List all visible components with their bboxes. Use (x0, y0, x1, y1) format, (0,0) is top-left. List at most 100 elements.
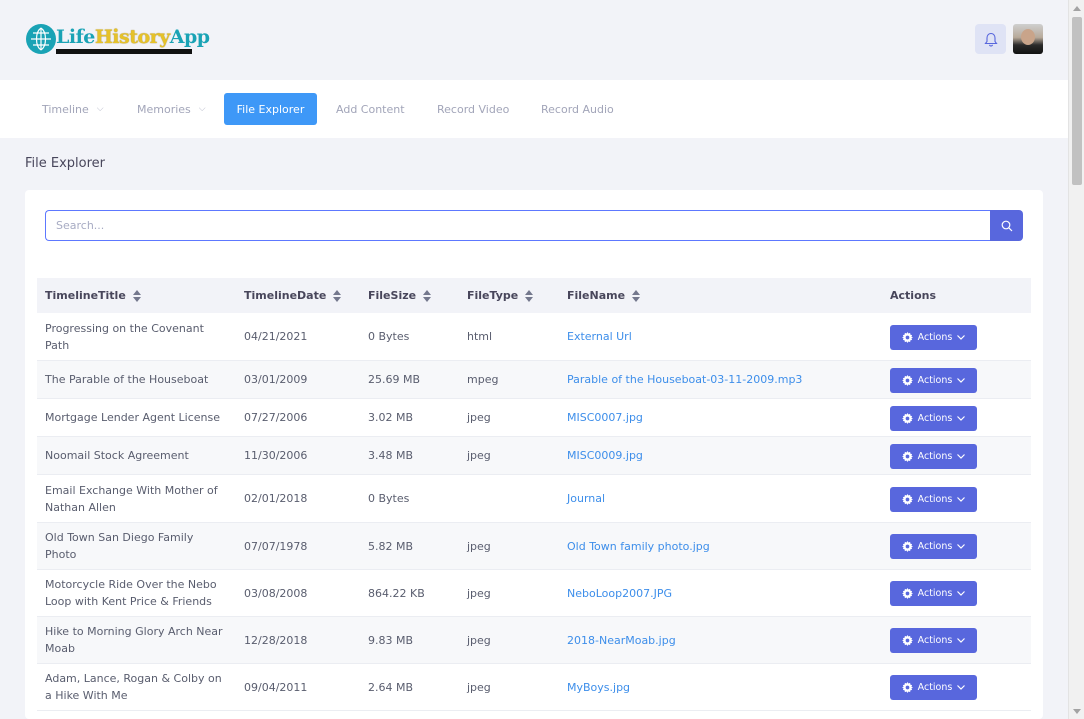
actions-label: Actions (917, 682, 953, 693)
notifications-button[interactable] (975, 24, 1006, 54)
page-scrollbar[interactable] (1068, 0, 1084, 719)
actions-label: Actions (917, 413, 953, 424)
cell-file-type: jpeg (467, 680, 491, 694)
file-link[interactable]: Old Town family photo.jpg (567, 523, 867, 569)
gear-icon (901, 541, 913, 552)
cell-timeline-title: Email Exchange With Mother of Nathan All… (45, 483, 218, 514)
chevron-down-icon: ⌵ (96, 104, 104, 114)
cell-timeline-title: Motorcycle Ride Over the Nebo Loop with … (45, 578, 217, 608)
cell-file-type: html (467, 330, 493, 343)
cell-timeline-date: 09/04/2011 (244, 680, 308, 694)
file-link[interactable]: Journal (567, 475, 867, 522)
chevron-down-icon: ⌵ (198, 104, 206, 114)
gear-icon (901, 635, 913, 646)
actions-dropdown-button[interactable]: Actions (890, 444, 977, 469)
cell-file-type: jpeg (467, 449, 491, 462)
actions-label: Actions (917, 635, 953, 646)
cell-timeline-title: The Parable of the Houseboat (45, 373, 209, 386)
actions-dropdown-button[interactable]: Actions (890, 628, 977, 653)
file-link[interactable]: MISC0007.jpg (567, 399, 867, 436)
nav-file-explorer[interactable]: File Explorer (224, 93, 317, 125)
table-row: Noomail Stock Agreement 11/30/2006 3.48 MB… (37, 437, 1031, 475)
cell-file-type: jpeg (467, 633, 491, 647)
nav-add-content[interactable]: Add Content (321, 93, 420, 125)
gear-icon (901, 588, 913, 599)
nav-memories[interactable]: Memories ⌵ (122, 93, 221, 125)
actions-label: Actions (917, 588, 953, 599)
search-input[interactable] (45, 210, 991, 241)
actions-dropdown-button[interactable]: Actions (890, 368, 977, 393)
sort-icon (132, 289, 141, 302)
sort-icon (423, 289, 432, 302)
chevron-down-icon (957, 378, 966, 383)
cell-timeline-title: Mortgage Lender Agent License (45, 411, 220, 424)
header-timeline-title[interactable]: TimelineTitle (45, 278, 141, 313)
file-link[interactable]: External Url (567, 313, 867, 360)
cell-file-type: mpeg (467, 373, 499, 386)
sort-icon (333, 289, 342, 302)
bell-icon (983, 32, 998, 47)
actions-dropdown-button[interactable]: Actions (890, 406, 977, 431)
gear-icon (901, 375, 913, 386)
table-row: Email Exchange With Mother of Nathan All… (37, 475, 1031, 523)
cell-timeline-title: Progressing on the Covenant Path (45, 321, 204, 352)
user-avatar[interactable] (1013, 24, 1043, 54)
table-row: Mortgage Lender Agent License 07/27/2006 3… (37, 399, 1031, 437)
app-header: LifeHistoryApp (0, 0, 1068, 80)
logo-text: LifeHistoryApp (56, 26, 210, 48)
cell-timeline-date: 03/08/2008 (244, 586, 308, 600)
actions-label: Actions (917, 375, 953, 386)
file-explorer-card: TimelineTitle TimelineDate FileSize File… (25, 190, 1043, 719)
file-link[interactable]: NeboLoop2007.JPG (567, 570, 867, 616)
scroll-up-arrow-icon[interactable] (1069, 0, 1084, 16)
actions-dropdown-button[interactable]: Actions (890, 675, 977, 700)
actions-dropdown-button[interactable]: Actions (890, 534, 977, 559)
cell-file-type: jpeg (467, 411, 491, 424)
cell-file-type: jpeg (467, 586, 491, 600)
cell-timeline-date: 07/27/2006 (244, 411, 308, 424)
gear-icon (901, 451, 913, 462)
table-row: Hike to Morning Glory Arch Near Moab 12/2… (37, 617, 1031, 664)
scrollbar-thumb[interactable] (1072, 17, 1082, 185)
actions-label: Actions (917, 494, 953, 505)
file-link[interactable]: 2018-NearMoab.jpg (567, 617, 867, 663)
nav-record-audio[interactable]: Record Audio (526, 93, 629, 125)
app-logo[interactable]: LifeHistoryApp (26, 24, 210, 58)
table-row: Old Town San Diego Family Photo 07/07/197… (37, 523, 1031, 570)
page-title: File Explorer (25, 156, 106, 171)
actions-dropdown-button[interactable]: Actions (890, 325, 977, 350)
search-bar (45, 210, 1023, 241)
actions-dropdown-button[interactable]: Actions (890, 581, 977, 606)
table-row: Progressing on the Covenant Path 04/21/20… (37, 313, 1031, 361)
search-button[interactable] (990, 210, 1023, 241)
search-icon (1001, 220, 1012, 231)
cell-file-type: jpeg (467, 539, 491, 553)
sort-icon (525, 289, 534, 302)
chevron-down-icon (957, 335, 966, 340)
cell-timeline-date: 04/21/2021 (244, 330, 308, 343)
cell-timeline-title: Adam, Lance, Rogan & Colby on a Hike Wit… (45, 672, 222, 702)
cell-file-size: 9.83 MB (368, 633, 414, 647)
file-link[interactable]: MyBoys.jpg (567, 664, 867, 710)
main-nav: Timeline ⌵ Memories ⌵ File Explorer Add Co… (0, 80, 1068, 138)
cell-timeline-date: 02/01/2018 (244, 492, 308, 505)
file-link[interactable]: Parable of the Houseboat-03-11-2009.mp3 (567, 361, 867, 398)
file-link[interactable]: MISC0009.jpg (567, 437, 867, 474)
actions-dropdown-button[interactable]: Actions (890, 487, 977, 512)
table-header: TimelineTitle TimelineDate FileSize File… (37, 278, 1031, 313)
header-file-type[interactable]: FileType (467, 278, 534, 313)
gear-icon (901, 332, 913, 343)
cell-file-size: 0 Bytes (368, 492, 410, 505)
header-file-name[interactable]: FileName (567, 278, 641, 313)
cell-file-size: 2.64 MB (368, 680, 414, 694)
actions-label: Actions (917, 451, 953, 462)
cell-file-type (467, 475, 562, 522)
actions-label: Actions (917, 541, 953, 552)
header-file-size[interactable]: FileSize (368, 278, 432, 313)
nav-timeline[interactable]: Timeline ⌵ (27, 93, 119, 125)
header-timeline-date[interactable]: TimelineDate (244, 278, 342, 313)
nav-record-video[interactable]: Record Video (422, 93, 524, 125)
chevron-down-icon (957, 591, 966, 596)
chevron-down-icon (957, 544, 966, 549)
scroll-down-arrow-icon[interactable] (1069, 703, 1084, 719)
